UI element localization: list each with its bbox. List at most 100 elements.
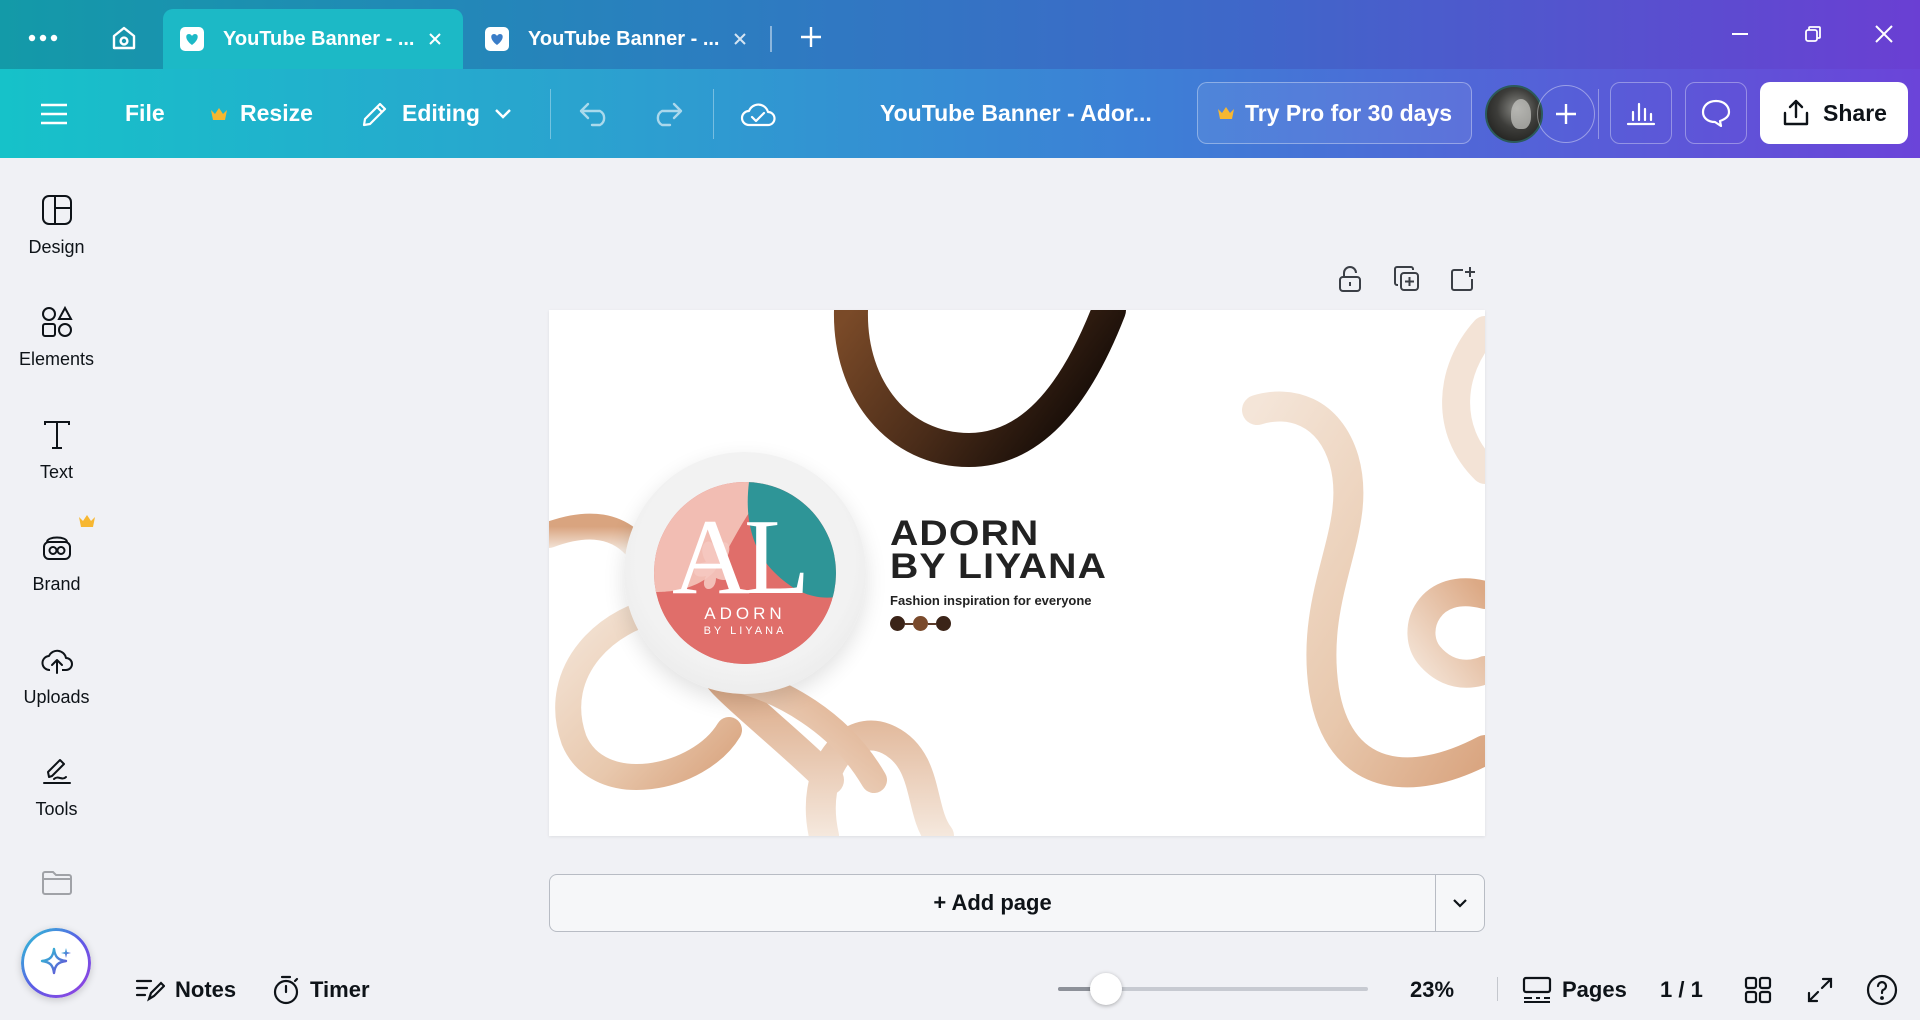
sidebar-item-tools[interactable]: Tools (0, 720, 113, 820)
close-window-button[interactable] (1857, 12, 1911, 56)
tab-youtube-banner-1[interactable]: YouTube Banner - ... (163, 9, 463, 69)
chevron-down-icon (1453, 899, 1467, 908)
sidebar-item-uploads[interactable]: Uploads (0, 608, 113, 708)
brand-icon (42, 536, 71, 560)
logo-monogram: AL (672, 498, 810, 617)
file-menu-button[interactable]: File (125, 69, 165, 158)
lock-icon (1339, 266, 1361, 292)
logo-subtitle: BY LIYANA (703, 625, 787, 637)
page-counter-text: 1 / 1 (1660, 977, 1703, 1002)
redo-icon (656, 102, 683, 126)
tab-close-button[interactable] (423, 27, 447, 51)
sidebar-item-label: Uploads (23, 687, 90, 707)
add-page-bar: + Add page (549, 874, 1485, 932)
zoom-slider[interactable] (1058, 973, 1368, 1005)
pages-icon (1522, 976, 1552, 1003)
share-icon (1783, 99, 1809, 126)
duplicate-page-button[interactable] (1390, 262, 1424, 296)
sidebar-item-label: Design (28, 237, 85, 257)
brand-logo-badge[interactable]: AL ADORN BY LIYANA (624, 452, 866, 694)
add-page-above-button[interactable] (1446, 262, 1480, 296)
hamburger-icon (41, 103, 67, 124)
new-tab-button[interactable] (790, 16, 832, 58)
main-menu-button[interactable] (40, 69, 76, 158)
try-pro-label: Try Pro for 30 days (1244, 99, 1453, 126)
undo-icon (579, 102, 606, 126)
add-page-icon (1451, 267, 1475, 291)
sidebar-item-label: Elements (18, 349, 95, 369)
tab-youtube-banner-2[interactable]: YouTube Banner - ... (468, 9, 768, 69)
design-canvas[interactable]: AL ADORN BY LIYANA ADORN BY LIYANA Fashi… (549, 310, 1485, 836)
ellipsis-icon (28, 34, 58, 42)
lock-page-button[interactable] (1333, 262, 1367, 296)
crown-icon (79, 515, 95, 527)
toolbar-divider (550, 89, 551, 139)
folder-icon (41, 871, 72, 895)
sidebar-item-text[interactable]: Text (0, 383, 113, 483)
add-page-options-button[interactable] (1436, 875, 1484, 931)
zoom-level[interactable]: 23% (1410, 965, 1454, 1015)
footer-divider (1497, 977, 1498, 1001)
resize-button[interactable]: Resize (210, 69, 313, 158)
left-sidebar: Design Elements Text Brand Uploads Tools (0, 158, 113, 1020)
zoom-level-text: 23% (1410, 977, 1455, 1002)
dot (936, 616, 951, 631)
title-bar: YouTube Banner - ... YouTube Banner - ..… (0, 0, 1920, 69)
pages-button[interactable]: Pages (1522, 965, 1627, 1015)
notes-button[interactable]: Notes (135, 965, 236, 1015)
share-label: Share (1823, 99, 1887, 126)
magic-assistant-button[interactable] (21, 928, 91, 998)
timer-label: Timer (310, 977, 370, 1002)
home-button[interactable] (102, 17, 146, 59)
document-title-text: YouTube Banner - Ador... (880, 100, 1152, 126)
logo-wordmark: ADORN (704, 604, 786, 623)
zoom-slider-thumb[interactable] (1090, 973, 1122, 1005)
expand-icon (1807, 977, 1833, 1003)
tab-title: YouTube Banner - ... (223, 27, 415, 50)
help-icon (1866, 974, 1898, 1006)
editing-mode-button[interactable]: Editing (360, 69, 512, 158)
try-pro-button[interactable]: Try Pro for 30 days (1197, 82, 1472, 144)
sidebar-item-elements[interactable]: Elements (0, 270, 113, 370)
grid-view-button[interactable] (1744, 965, 1772, 1015)
fullscreen-button[interactable] (1806, 965, 1834, 1015)
help-button[interactable] (1866, 965, 1898, 1015)
redo-button[interactable] (650, 69, 684, 158)
add-page-button[interactable]: + Add page (550, 875, 1435, 931)
more-options-button[interactable] (20, 19, 66, 57)
canva-heart-icon (485, 27, 509, 51)
timer-button[interactable]: Timer (272, 965, 370, 1015)
cloud-save-button[interactable] (740, 69, 776, 158)
sidebar-item-label: Text (39, 462, 73, 482)
toolbar-divider (1598, 89, 1599, 139)
tools-icon (42, 759, 71, 784)
toolbar-divider (713, 89, 714, 139)
file-label: File (125, 100, 165, 126)
sidebar-item-brand[interactable]: Brand (0, 495, 113, 595)
crown-icon (1217, 107, 1234, 119)
dot (890, 616, 905, 631)
elements-icon (41, 305, 73, 337)
sidebar-item-label: Tools (35, 799, 78, 819)
comments-button[interactable] (1685, 82, 1747, 144)
avatar-face (1511, 99, 1531, 129)
insights-button[interactable] (1610, 82, 1672, 144)
banner-heading[interactable]: ADORN BY LIYANA (890, 516, 1107, 584)
page-counter: 1 / 1 (1660, 965, 1703, 1015)
share-button[interactable]: Share (1760, 82, 1908, 144)
sidebar-item-design[interactable]: Design (0, 158, 113, 258)
tab-close-button[interactable] (728, 27, 752, 51)
avatar[interactable] (1485, 85, 1543, 143)
restore-button[interactable] (1786, 12, 1840, 56)
add-collaborator-button[interactable] (1537, 85, 1595, 143)
grid-icon (1744, 976, 1772, 1004)
document-title[interactable]: YouTube Banner - Ador... (880, 69, 1152, 158)
banner-tagline[interactable]: Fashion inspiration for everyone (890, 593, 1092, 608)
minimize-button[interactable] (1713, 12, 1767, 56)
restore-icon (1805, 26, 1821, 42)
sidebar-item-projects[interactable] (0, 830, 113, 930)
undo-button[interactable] (578, 69, 612, 158)
dot (913, 616, 928, 631)
cloud-check-icon (740, 102, 776, 126)
close-icon (1875, 25, 1893, 43)
